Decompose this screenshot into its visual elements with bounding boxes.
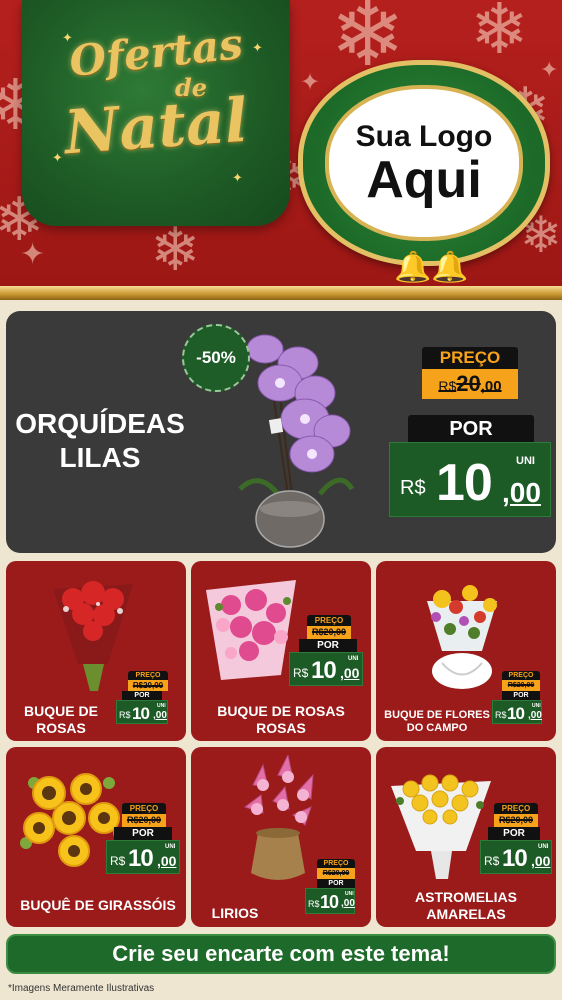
old-price-int: 20 — [456, 371, 481, 396]
product-card-buque-de-girassois: BUQUÊ DE GIRASSÓIS PREÇO R$20,00 POR R$ … — [6, 747, 186, 927]
product-price-tag: PREÇO R$20,00 POR R$ 10 ,00 UNI — [305, 859, 355, 914]
price-int: 10 — [132, 704, 150, 723]
logo-text-1: Sua Logo — [355, 120, 493, 153]
price-currency: R$ — [119, 710, 131, 720]
old-price: R$20,00 — [128, 680, 168, 691]
price-cents: ,00 — [531, 853, 551, 869]
por-label: POR — [488, 827, 540, 840]
featured-price-tag: PREÇO R$20,00 — [422, 347, 518, 399]
price-cents: ,00 — [502, 477, 541, 508]
star-icon: ✦ — [20, 237, 46, 272]
price-label: PREÇO — [307, 615, 351, 626]
old-price-cents: ,00 — [480, 378, 502, 395]
header-banner: ❄ ❄ ❄ ❄ ❄ ❄ ❄ ❄ ✦ ✦ ✦ Ofertas de Natal ✦… — [0, 0, 562, 292]
price-label: PREÇO — [502, 671, 540, 680]
product-price-tag: PREÇO R$20,00 POR R$ 10 ,00 UNI — [289, 615, 363, 686]
logo-badge: Sua Logo Aqui — [298, 60, 550, 266]
por-label: POR — [122, 691, 162, 700]
price-cents: ,00 — [340, 665, 360, 681]
price-label: PREÇO — [422, 347, 518, 369]
por-label: POR — [502, 691, 540, 700]
product-card-buque-de-flores-do-campo: BUQUE DE FLORES DO CAMPO PREÇO R$20,00 P… — [376, 561, 556, 741]
sparkle-icon: ✦ — [232, 170, 243, 185]
price-unit: UNI — [157, 703, 166, 709]
product-name: LIRIOS — [211, 905, 259, 921]
featured-product-card: ORQUÍDEAS LILAS -50% PREÇO R$20,00 POR R… — [6, 311, 556, 553]
price-label: PREÇO — [128, 671, 168, 680]
price-unit: UNI — [532, 703, 541, 709]
old-price: R$20,00 — [317, 868, 355, 879]
star-icon: ✦ — [300, 68, 321, 96]
price-label: PREÇO — [317, 859, 355, 868]
price-cents: ,00 — [153, 710, 167, 721]
featured-product-name: ORQUÍDEAS LILAS — [15, 408, 185, 473]
price-int: 10 — [436, 454, 493, 512]
old-price: R$20,00 — [494, 814, 538, 827]
price-currency: R$ — [110, 854, 126, 868]
price-cents: ,00 — [341, 898, 355, 909]
pink-roses-bouquet-image — [206, 580, 296, 680]
por-label: POR — [408, 415, 534, 443]
logo-placeholder: Sua Logo Aqui — [325, 85, 523, 241]
sparkle-icon: ✦ — [252, 40, 263, 55]
product-name: ASTROMELIAS AMARELAS — [415, 889, 517, 922]
product-card-buque-de-rosas-rosas: BUQUE DE ROSAS ROSAS PREÇO R$20,00 POR R… — [191, 561, 371, 741]
title-panel: Ofertas de Natal ✦ ✦ ✦ ✦ — [22, 0, 290, 226]
price-unit: UNI — [538, 844, 549, 850]
product-card-astromelias-amarelas: ASTROMELIAS AMARELAS PREÇO R$20,00 POR R… — [376, 747, 556, 927]
price-currency: R$ — [495, 710, 507, 720]
old-price: R$20,00 — [502, 680, 540, 691]
price-unit: UNI — [165, 844, 176, 850]
gold-divider — [0, 286, 562, 300]
sparkle-icon: ✦ — [62, 30, 73, 45]
lilies-bouquet-image — [243, 755, 314, 880]
price-int: 10 — [507, 704, 525, 723]
disclaimer-text: *Imagens Meramente Ilustrativas — [8, 983, 155, 994]
sparkle-icon: ✦ — [52, 150, 63, 165]
product-card-lirios: LIRIOS PREÇO R$20,00 POR R$ 10 ,00 UNI — [191, 747, 371, 927]
star-icon: ✦ — [540, 58, 559, 83]
featured-new-price-tag: POR — [408, 415, 534, 443]
product-price-tag: PREÇO R$20,00 POR R$ 10 ,00 UNI — [480, 803, 552, 874]
logo-text-2: Aqui — [366, 151, 482, 209]
old-price: R$20,00 — [422, 369, 518, 399]
price-int: 10 — [311, 657, 337, 684]
page-title: Ofertas de Natal — [22, 19, 290, 168]
field-flowers-bouquet-image — [427, 585, 497, 689]
price-unit: UNI — [348, 656, 359, 662]
bell-icon: 🔔🔔 — [394, 250, 469, 285]
product-name: BUQUE DE ROSAS ROSAS — [217, 703, 345, 736]
price-int: 10 — [128, 845, 154, 872]
price-label: PREÇO — [122, 803, 166, 814]
price-int: 10 — [502, 845, 528, 872]
price-currency: R$ — [293, 666, 309, 680]
price-currency: R$ — [400, 477, 426, 499]
price-currency: R$ — [484, 854, 500, 868]
featured-new-price: R$ 10 ,00 UNI — [389, 442, 551, 517]
snowflake-icon: ❄ — [470, 0, 529, 70]
old-price-currency: R$ — [438, 378, 457, 394]
price-cents: ,00 — [528, 710, 542, 721]
old-price: R$20,00 — [122, 814, 166, 827]
product-card-buque-de-rosas: BUQUE DE ROSAS PREÇO R$20,00 POR R$ 10 ,… — [6, 561, 186, 741]
discount-badge: -50% — [182, 324, 250, 392]
product-price-tag: PREÇO R$20,00 POR R$ 10 ,00 UNI — [106, 803, 180, 874]
price-label: PREÇO — [494, 803, 538, 814]
price-currency: R$ — [308, 899, 320, 909]
old-price: R$20,00 — [307, 626, 351, 639]
product-price-tag: PREÇO R$20,00 POR R$ 10 ,00 UNI — [492, 671, 542, 724]
por-label: POR — [299, 639, 357, 652]
price-cents: ,00 — [157, 853, 177, 869]
product-price-tag: PREÇO R$20,00 POR R$ 10 ,00 UNI — [116, 671, 168, 724]
por-label: POR — [317, 879, 355, 888]
price-int: 10 — [320, 892, 339, 912]
price-unit: UNI — [345, 891, 354, 897]
product-name: BUQUE DE FLORES DO CAMPO — [384, 709, 490, 734]
cta-banner[interactable]: Crie seu encarte com este tema! — [6, 934, 556, 974]
price-unit: UNI — [516, 455, 535, 467]
por-label: POR — [114, 827, 172, 840]
product-name: BUQUÊ DE GIRASSÓIS — [20, 897, 176, 913]
product-name: BUQUE DE ROSAS — [24, 703, 98, 736]
snowflake-icon: ❄ — [150, 215, 201, 285]
